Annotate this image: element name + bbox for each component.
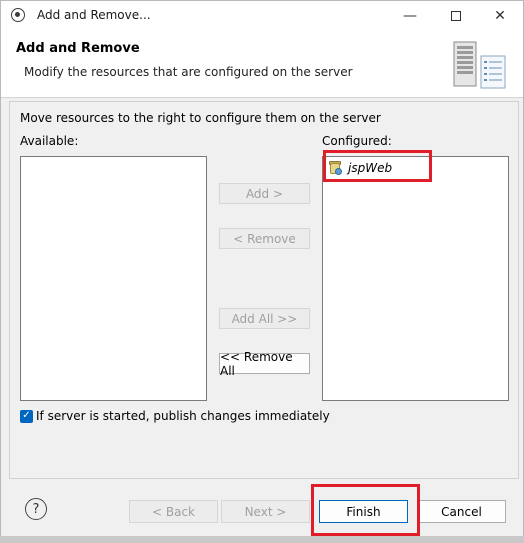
wizard-header: Add and Remove Modify the resources that…: [1, 31, 523, 98]
available-label: Available:: [20, 134, 79, 148]
highlight-box-finish: [311, 484, 420, 536]
page-description: Modify the resources that are configured…: [24, 65, 353, 79]
minimize-button[interactable]: —: [387, 1, 433, 31]
page-title: Add and Remove: [16, 41, 140, 56]
publish-checkbox-row[interactable]: ✓ If server is started, publish changes …: [20, 409, 330, 423]
eclipse-app-icon: [11, 8, 25, 22]
remove-button[interactable]: < Remove: [219, 228, 310, 249]
configured-label: Configured:: [322, 134, 392, 148]
close-icon: ✕: [494, 8, 506, 24]
close-button[interactable]: ✕: [477, 1, 523, 31]
back-button[interactable]: < Back: [129, 500, 218, 523]
available-list[interactable]: [20, 156, 207, 401]
add-all-button[interactable]: Add All >>: [219, 308, 310, 329]
maximize-icon: [451, 11, 461, 21]
taskbar-strip: [0, 536, 524, 543]
add-remove-dialog: Add and Remove... — ✕ Add and Remove Mod…: [0, 0, 524, 543]
window-title: Add and Remove...: [37, 8, 151, 22]
add-button[interactable]: Add >: [219, 183, 310, 204]
highlight-box-jspweb: [323, 150, 432, 182]
configured-list[interactable]: jspWeb: [322, 156, 509, 401]
instruction-text: Move resources to the right to configure…: [20, 111, 381, 125]
remove-all-button[interactable]: << Remove All: [219, 350, 310, 378]
publish-checkbox-label: If server is started, publish changes im…: [36, 409, 330, 423]
help-icon[interactable]: ?: [25, 498, 47, 520]
minimize-icon: —: [403, 8, 417, 24]
cancel-button[interactable]: Cancel: [417, 500, 506, 523]
title-bar: Add and Remove... — ✕: [1, 1, 523, 31]
maximize-button[interactable]: [433, 1, 479, 31]
server-icon: [453, 41, 506, 89]
checkbox-checked-icon[interactable]: ✓: [20, 409, 33, 423]
next-button[interactable]: Next >: [221, 500, 310, 523]
